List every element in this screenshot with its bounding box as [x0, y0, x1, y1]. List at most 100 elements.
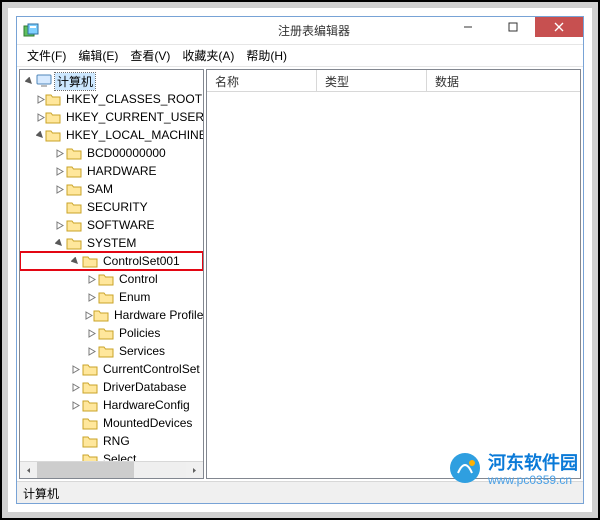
folder-icon [66, 146, 82, 160]
tree-node-control[interactable]: Control [20, 270, 203, 288]
folder-icon [66, 218, 82, 232]
computer-icon [36, 74, 52, 88]
tree-label: HKEY_LOCAL_MACHINE [64, 128, 204, 142]
tree-node-hardware[interactable]: HARDWARE [20, 162, 203, 180]
list-body[interactable] [207, 92, 580, 478]
tree-node-hkcu[interactable]: HKEY_CURRENT_USER [20, 108, 203, 126]
tree-label: RNG [101, 434, 132, 448]
column-type[interactable]: 类型 [317, 70, 427, 91]
expander-closed-icon[interactable] [36, 95, 45, 104]
expander-closed-icon[interactable] [52, 185, 66, 194]
tree-node-hklm[interactable]: HKEY_LOCAL_MACHINE [20, 126, 203, 144]
tree-node-hwprofiles[interactable]: Hardware Profiles [20, 306, 203, 324]
menu-help[interactable]: 帮助(H) [240, 47, 293, 64]
scroll-left-icon[interactable] [20, 462, 37, 478]
scroll-right-icon[interactable] [186, 462, 203, 478]
expander-closed-icon[interactable] [36, 113, 45, 122]
expander-closed-icon[interactable] [68, 383, 82, 392]
statusbar: 计算机 [17, 481, 583, 503]
tree-label: HKEY_CURRENT_USER [64, 110, 204, 124]
folder-icon [82, 416, 98, 430]
tree-label: SOFTWARE [85, 218, 157, 232]
tree-node-sam[interactable]: SAM [20, 180, 203, 198]
tree-label: HKEY_CLASSES_ROOT [64, 92, 204, 106]
tree-node-hwconfig[interactable]: HardwareConfig [20, 396, 203, 414]
tree-node-ccs[interactable]: CurrentControlSet [20, 360, 203, 378]
folder-icon [98, 344, 114, 358]
column-name[interactable]: 名称 [207, 70, 317, 91]
folder-icon [82, 254, 98, 268]
close-button[interactable] [535, 17, 583, 37]
regedit-icon [23, 23, 39, 39]
expander-closed-icon[interactable] [84, 347, 98, 356]
folder-icon [66, 200, 82, 214]
menubar: 文件(F) 编辑(E) 查看(V) 收藏夹(A) 帮助(H) [17, 45, 583, 67]
tree-label: HardwareConfig [101, 398, 192, 412]
folder-icon [82, 398, 98, 412]
scroll-track[interactable] [37, 462, 186, 478]
tree-node-enum[interactable]: Enum [20, 288, 203, 306]
expander-open-icon[interactable] [36, 131, 45, 140]
tree-label: SYSTEM [85, 236, 138, 250]
menu-file[interactable]: 文件(F) [21, 47, 72, 64]
tree-node-services[interactable]: Services [20, 342, 203, 360]
folder-icon [45, 92, 61, 106]
maximize-button[interactable] [490, 17, 535, 37]
expander-closed-icon[interactable] [68, 365, 82, 374]
tree-node-security[interactable]: SECURITY [20, 198, 203, 216]
folder-icon [82, 434, 98, 448]
tree-node-system[interactable]: SYSTEM [20, 234, 203, 252]
values-list-pane[interactable]: 名称 类型 数据 [206, 69, 581, 479]
tree-label: BCD00000000 [85, 146, 168, 160]
expander-open-icon[interactable] [22, 77, 36, 86]
tree-label: SECURITY [85, 200, 150, 214]
expander-closed-icon[interactable] [84, 329, 98, 338]
tree-node-controlset001[interactable]: ControlSet001 [20, 252, 203, 270]
folder-icon [66, 236, 82, 250]
registry-editor-window: 注册表编辑器 文件(F) 编辑(E) 查看(V) 收藏夹(A) 帮助(H) 计算… [16, 16, 584, 504]
tree-label: Enum [117, 290, 152, 304]
horizontal-scrollbar[interactable] [20, 461, 203, 478]
tree-node-policies[interactable]: Policies [20, 324, 203, 342]
expander-closed-icon[interactable] [84, 293, 98, 302]
menu-view[interactable]: 查看(V) [124, 47, 176, 64]
menu-favorites[interactable]: 收藏夹(A) [176, 47, 240, 64]
titlebar[interactable]: 注册表编辑器 [17, 17, 583, 45]
tree-pane[interactable]: 计算机 HKEY_CLASSES_ROOT HKEY_CURRENT_USER … [19, 69, 204, 479]
expander-closed-icon[interactable] [52, 149, 66, 158]
tree-label: Services [117, 344, 167, 358]
column-data[interactable]: 数据 [427, 70, 580, 91]
scroll-thumb[interactable] [37, 462, 134, 478]
tree-node-bcd[interactable]: BCD00000000 [20, 144, 203, 162]
expander-closed-icon[interactable] [84, 275, 98, 284]
menu-edit[interactable]: 编辑(E) [72, 47, 124, 64]
expander-closed-icon[interactable] [68, 401, 82, 410]
tree-label: SAM [85, 182, 115, 196]
tree-label: MountedDevices [101, 416, 194, 430]
folder-icon [82, 362, 98, 376]
tree-node-mounteddev[interactable]: MountedDevices [20, 414, 203, 432]
statusbar-path: 计算机 [23, 487, 59, 501]
body-area: 计算机 HKEY_CLASSES_ROOT HKEY_CURRENT_USER … [17, 67, 583, 481]
tree-node-software[interactable]: SOFTWARE [20, 216, 203, 234]
expander-closed-icon[interactable] [52, 167, 66, 176]
tree-label: ControlSet001 [101, 254, 182, 268]
list-header: 名称 类型 数据 [207, 70, 580, 92]
tree-label: HARDWARE [85, 164, 159, 178]
expander-open-icon[interactable] [52, 239, 66, 248]
folder-icon [45, 128, 61, 142]
expander-open-icon[interactable] [68, 257, 82, 266]
tree-node-hkcr[interactable]: HKEY_CLASSES_ROOT [20, 90, 203, 108]
folder-icon [98, 272, 114, 286]
tree-node-rng[interactable]: RNG [20, 432, 203, 450]
tree-node-driverdb[interactable]: DriverDatabase [20, 378, 203, 396]
minimize-button[interactable] [445, 17, 490, 37]
tree-node-computer[interactable]: 计算机 [20, 72, 203, 90]
expander-closed-icon[interactable] [84, 311, 93, 320]
expander-closed-icon[interactable] [52, 221, 66, 230]
folder-icon [45, 110, 61, 124]
window-controls [445, 17, 583, 44]
tree-label: Hardware Profiles [112, 308, 204, 322]
folder-icon [66, 182, 82, 196]
folder-icon [93, 308, 109, 322]
